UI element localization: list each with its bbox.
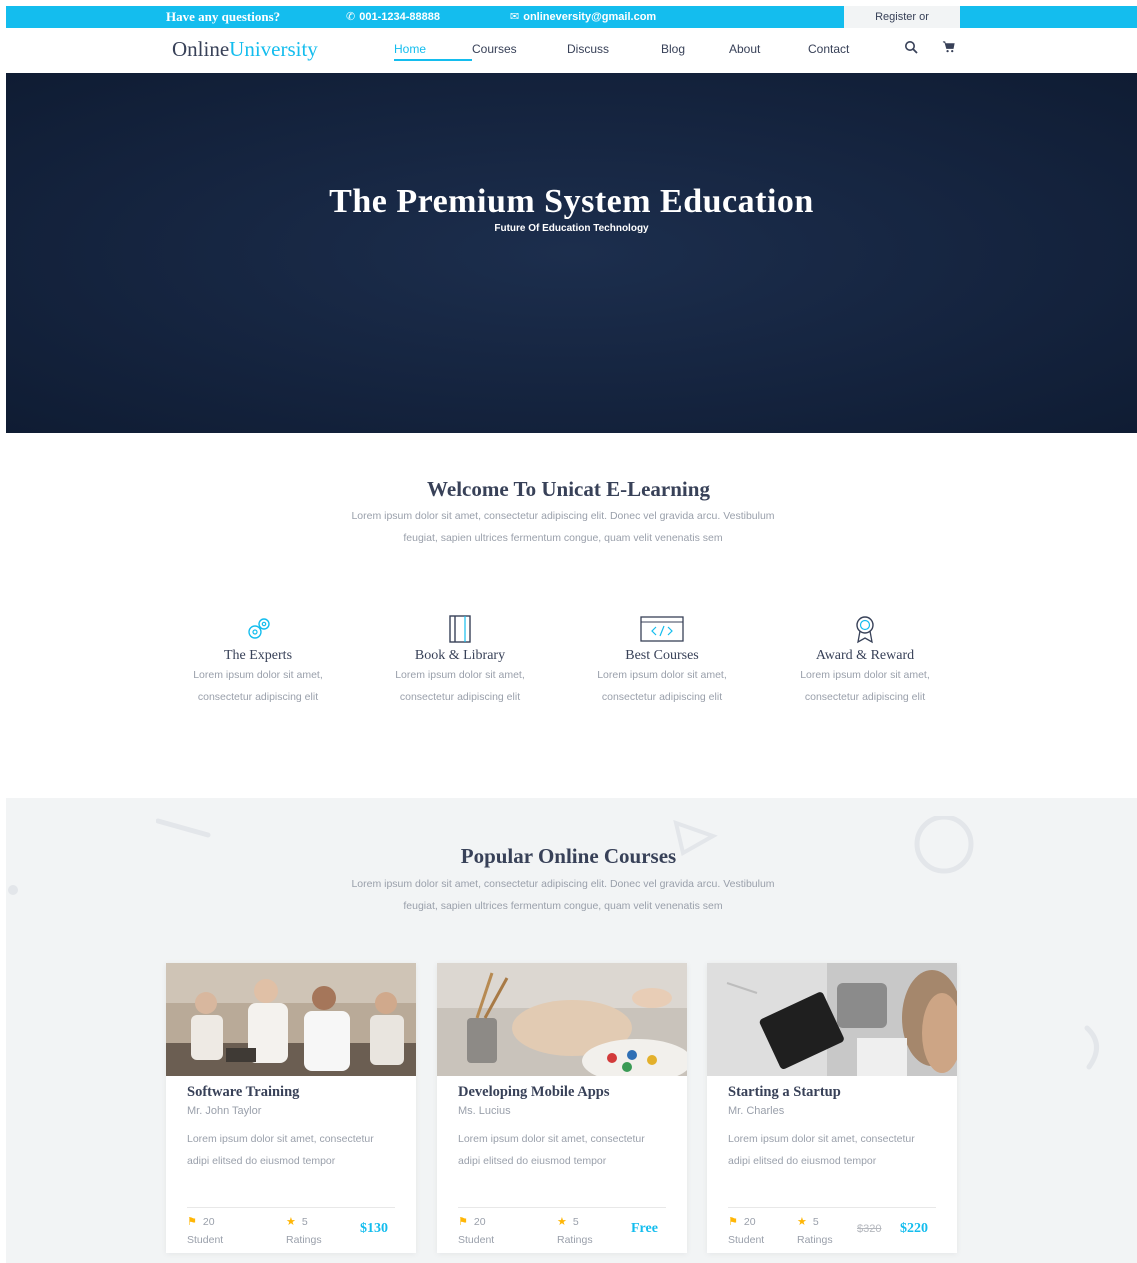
code-window-icon bbox=[640, 616, 684, 642]
main-navbar: OnlineUniversity Home Courses Discuss Bl… bbox=[6, 28, 1137, 73]
star-icon: ★ bbox=[797, 1216, 807, 1228]
students-label: Student bbox=[728, 1234, 765, 1246]
nav-item-discuss[interactable]: Discuss bbox=[567, 42, 661, 56]
card-divider bbox=[187, 1207, 395, 1208]
welcome-text: Lorem ipsum dolor sit amet, consectetur … bbox=[351, 510, 775, 544]
popular-text: Lorem ipsum dolor sit amet, consectetur … bbox=[351, 878, 775, 912]
award-icon bbox=[856, 616, 874, 644]
feature-experts: The Experts Lorem ipsum dolor sit amet, … bbox=[173, 614, 343, 708]
feature-text: Lorem ipsum dolor sit amet, consectetur … bbox=[395, 669, 525, 703]
students-count: 20 bbox=[473, 1216, 486, 1228]
course-title[interactable]: Developing Mobile Apps bbox=[458, 1084, 609, 1101]
phone-number: 001-1234-88888 bbox=[359, 10, 440, 23]
ratings-label: Ratings bbox=[286, 1234, 322, 1246]
course-ratings: ★ 5 Ratings bbox=[797, 1213, 833, 1249]
nav-item-blog[interactable]: Blog bbox=[661, 42, 729, 56]
decor-arc-icon bbox=[1084, 1025, 1099, 1070]
feature-title: Award & Reward bbox=[815, 648, 915, 663]
students-label: Student bbox=[187, 1234, 224, 1246]
star-icon: ★ bbox=[286, 1216, 296, 1228]
phone-icon: ✆ bbox=[346, 11, 356, 23]
questions-label: Have any questions? bbox=[166, 9, 281, 24]
course-title[interactable]: Starting a Startup bbox=[728, 1084, 841, 1101]
graduation-cap-icon: ⚑ bbox=[458, 1216, 468, 1228]
course-price: Free bbox=[631, 1221, 658, 1236]
course-author: Mr. John Taylor bbox=[187, 1105, 262, 1117]
logo-main: Online bbox=[172, 37, 230, 61]
top-bar: Have any questions? ✆ 001-1234-88888 ✉ o… bbox=[6, 6, 1137, 28]
course-image bbox=[166, 963, 416, 1076]
email-contact[interactable]: ✉ onlineversity@gmail.com bbox=[510, 10, 657, 24]
course-card[interactable]: Developing Mobile Apps Ms. Lucius Lorem … bbox=[437, 963, 687, 1253]
ratings-count: 5 bbox=[572, 1216, 579, 1228]
feature-courses: Best Courses Lorem ipsum dolor sit amet,… bbox=[577, 614, 747, 708]
ratings-count: 5 bbox=[812, 1216, 819, 1228]
feature-title: Book & Library bbox=[414, 648, 506, 663]
graduation-cap-icon: ⚑ bbox=[187, 1216, 197, 1228]
logo-accent: University bbox=[229, 37, 318, 61]
mail-icon: ✉ bbox=[510, 11, 520, 23]
course-students: ⚑ 20 Student bbox=[187, 1213, 223, 1249]
nav-menu: Home Courses Discuss Blog About Contact bbox=[394, 42, 878, 61]
course-description: Lorem ipsum dolor sit amet, consectetur … bbox=[187, 1133, 374, 1167]
decor-dot-icon bbox=[8, 885, 18, 895]
welcome-title: Welcome To Unicat E-Learning bbox=[427, 477, 710, 501]
phone-contact[interactable]: ✆ 001-1234-88888 bbox=[346, 10, 440, 24]
course-card[interactable]: Starting a Startup Mr. Charles Lorem ips… bbox=[707, 963, 957, 1253]
hero-banner: The Premium System Education Future Of E… bbox=[6, 73, 1137, 433]
register-link[interactable]: Register or bbox=[844, 6, 960, 28]
course-card[interactable]: Software Training Mr. John Taylor Lorem … bbox=[166, 963, 416, 1253]
ratings-label: Ratings bbox=[557, 1234, 593, 1246]
hero-title: The Premium System Education bbox=[329, 183, 814, 220]
feature-text: Lorem ipsum dolor sit amet, consectetur … bbox=[800, 669, 930, 703]
feature-library: Book & Library Lorem ipsum dolor sit ame… bbox=[375, 614, 545, 708]
course-students: ⚑ 20 Student bbox=[728, 1213, 764, 1249]
feature-text: Lorem ipsum dolor sit amet, consectetur … bbox=[193, 669, 323, 703]
book-icon bbox=[449, 615, 471, 643]
card-divider bbox=[458, 1207, 666, 1208]
course-author: Ms. Lucius bbox=[458, 1105, 511, 1117]
ratings-label: Ratings bbox=[797, 1234, 833, 1246]
course-students: ⚑ 20 Student bbox=[458, 1213, 494, 1249]
course-old-price: $320 bbox=[857, 1223, 882, 1235]
decor-line-icon bbox=[156, 818, 211, 838]
feature-title: Best Courses bbox=[625, 648, 699, 663]
feature-title: The Experts bbox=[223, 648, 293, 663]
graduation-cap-icon: ⚑ bbox=[728, 1216, 738, 1228]
course-author: Mr. Charles bbox=[728, 1105, 785, 1117]
ratings-count: 5 bbox=[301, 1216, 308, 1228]
popular-title: Popular Online Courses bbox=[460, 844, 677, 868]
cart-icon[interactable] bbox=[942, 40, 955, 53]
course-image bbox=[707, 963, 957, 1076]
course-price: $130 bbox=[360, 1221, 388, 1236]
nav-item-courses[interactable]: Courses bbox=[472, 42, 567, 56]
nav-item-contact[interactable]: Contact bbox=[808, 42, 878, 56]
course-description: Lorem ipsum dolor sit amet, consectetur … bbox=[458, 1133, 645, 1167]
course-title[interactable]: Software Training bbox=[187, 1084, 299, 1101]
site-logo[interactable]: OnlineUniversity bbox=[172, 37, 318, 62]
feature-award: Award & Reward Lorem ipsum dolor sit ame… bbox=[780, 614, 950, 708]
course-price: $220 bbox=[900, 1221, 928, 1236]
course-ratings: ★ 5 Ratings bbox=[286, 1213, 322, 1249]
course-ratings: ★ 5 Ratings bbox=[557, 1213, 593, 1249]
nav-item-home[interactable]: Home bbox=[394, 42, 472, 61]
hero-subtitle: Future Of Education Technology bbox=[494, 223, 649, 234]
students-label: Student bbox=[458, 1234, 495, 1246]
gears-icon bbox=[248, 618, 270, 639]
students-count: 20 bbox=[202, 1216, 215, 1228]
students-count: 20 bbox=[743, 1216, 756, 1228]
feature-text: Lorem ipsum dolor sit amet, consectetur … bbox=[597, 669, 727, 703]
email-address: onlineversity@gmail.com bbox=[523, 10, 657, 23]
nav-item-about[interactable]: About bbox=[729, 42, 808, 56]
search-icon[interactable] bbox=[904, 40, 918, 54]
course-image bbox=[437, 963, 687, 1076]
course-description: Lorem ipsum dolor sit amet, consectetur … bbox=[728, 1133, 915, 1167]
card-divider bbox=[728, 1207, 936, 1208]
star-icon: ★ bbox=[557, 1216, 567, 1228]
